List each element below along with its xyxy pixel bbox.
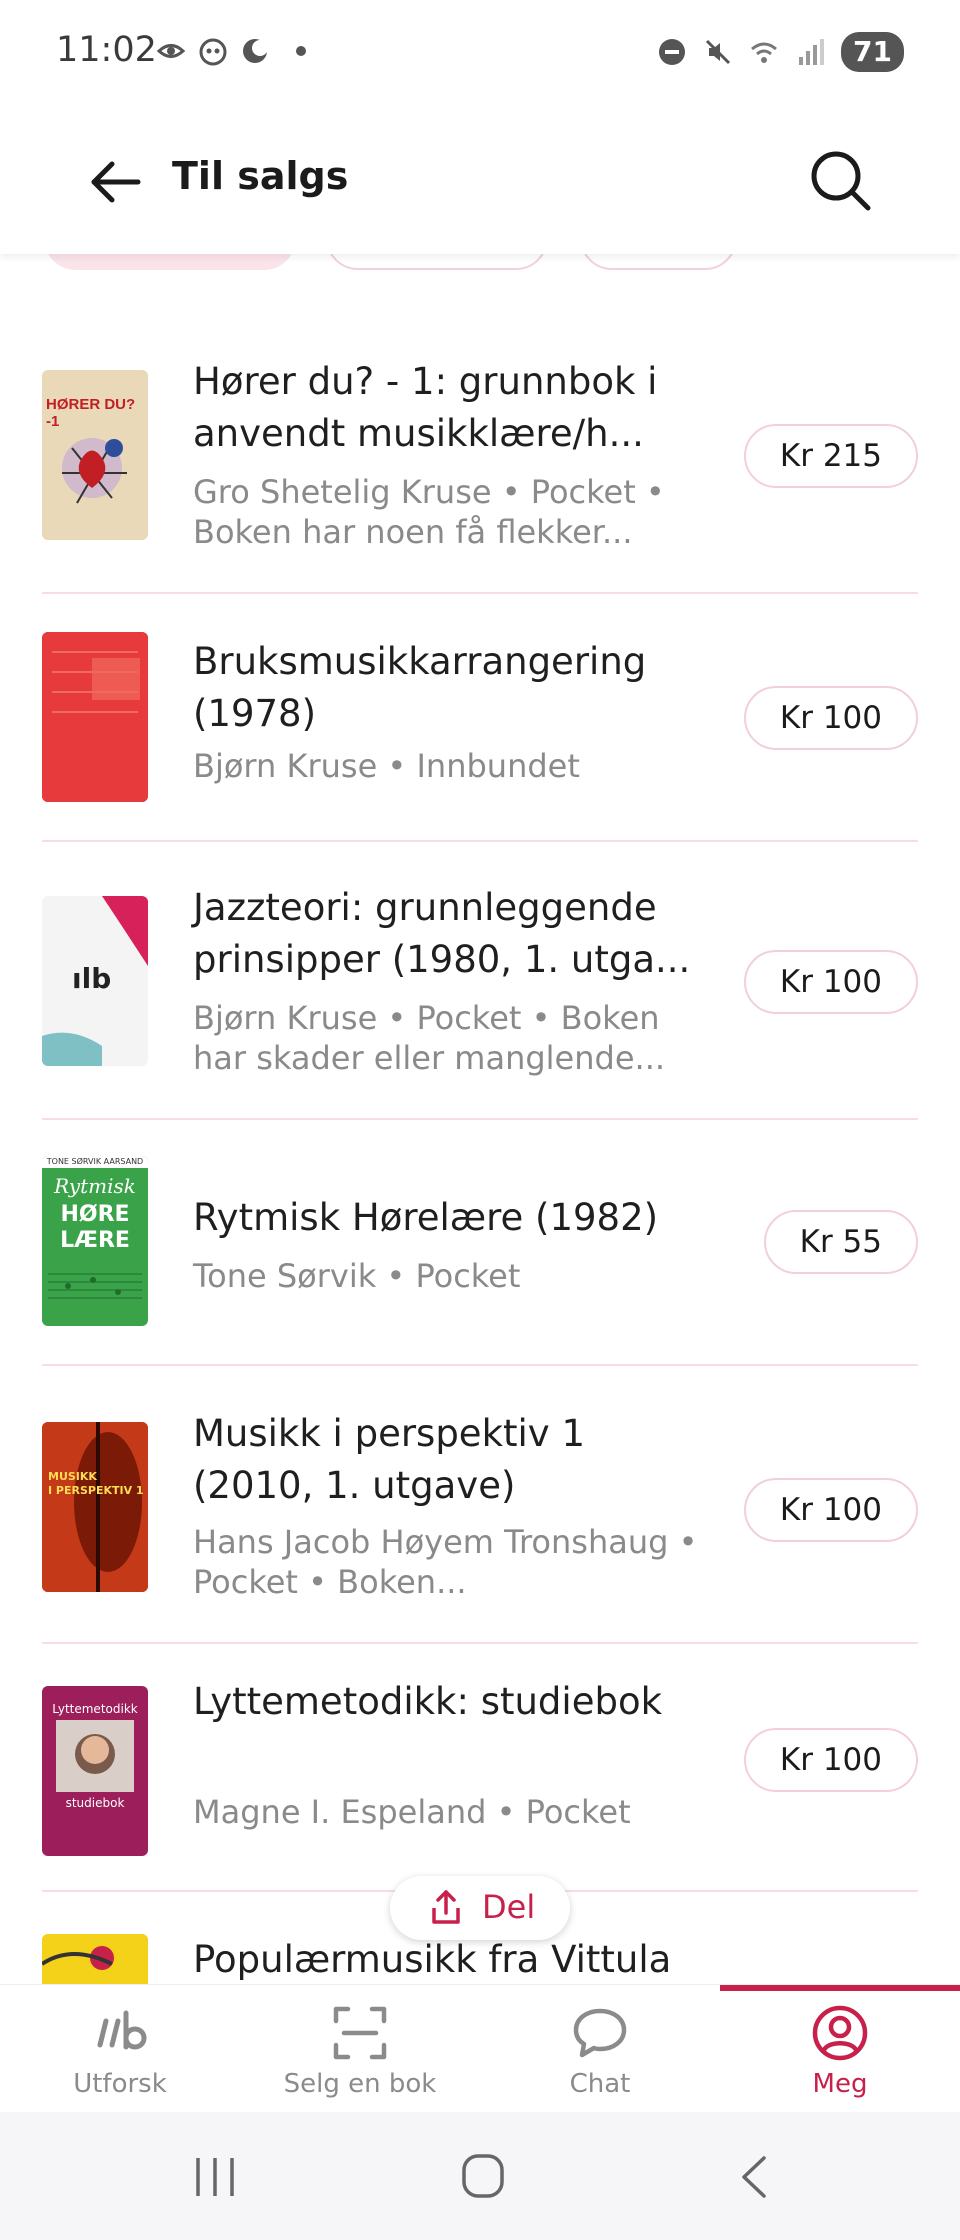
wifi-icon <box>751 42 777 63</box>
nav-label: Utforsk <box>73 2069 167 2099</box>
book-cover-image: MUSIKK I PERSPEKTIV 1 <box>42 1422 148 1592</box>
nav-label: Meg <box>812 2069 868 2099</box>
home-icon[interactable] <box>460 2152 506 2200</box>
recent-apps-icon[interactable] <box>190 2154 240 2200</box>
status-time: 11:02 <box>56 30 157 70</box>
cover-art-icon <box>62 438 127 504</box>
list-item[interactable]: TONE SØRVIK AARSAND Rytmisk HØRE LÆRE Ry… <box>42 1118 918 1366</box>
search-icon[interactable] <box>806 146 874 214</box>
notification-icons <box>156 36 306 66</box>
cover-title-text: Rytmisk <box>54 1174 136 1198</box>
price-badge: Kr 215 <box>743 424 918 488</box>
price-badge: Kr 100 <box>743 1478 918 1542</box>
cover-title-text: Lyttemetodikk <box>52 1702 138 1716</box>
cover-title-text: I PERSPEKTIV 1 <box>48 1484 144 1497</box>
user-profile-icon <box>812 2005 868 2061</box>
book-cover-image: Lyttemetodikk studiebok <box>42 1686 148 1856</box>
list-item[interactable]: HØRER DU?-1 Hører du? - 1: grunnbok i an… <box>42 300 918 594</box>
eye-off-icon <box>156 44 186 58</box>
lb-logo: ılb <box>72 962 112 995</box>
listing-subtitle: Tone Sørvik • Pocket <box>193 1257 521 1295</box>
cover-portrait-icon <box>56 1720 134 1792</box>
listing-title: Hører du? - 1: grunnbok i anvendt musikk… <box>193 360 658 455</box>
back-icon[interactable] <box>736 2154 772 2200</box>
cover-title-text: HØRE <box>60 1202 130 1227</box>
bottom-navigation: Utforsk Selg en bok Chat Meg <box>0 1984 960 2113</box>
more-notifications-dot <box>296 46 306 56</box>
nav-chat[interactable]: Chat <box>480 1985 720 2113</box>
app-header: Til salgs <box>0 108 960 254</box>
cover-author-text: TONE SØRVIK AARSAND <box>42 1156 148 1168</box>
price-badge: Kr 55 <box>763 1210 918 1274</box>
back-arrow-icon[interactable] <box>86 152 146 212</box>
list-item[interactable]: ılb Jazzteori: grunnleggende prinsipper … <box>42 840 918 1120</box>
moon-icon <box>243 39 268 63</box>
book-cover-image: ılb <box>42 896 148 1066</box>
listing-title: Lyttemetodikk: studiebok <box>193 1680 663 1723</box>
listing-subtitle: Bjørn Kruse • Innbundet <box>193 747 580 785</box>
nav-sell-book[interactable]: Selg en bok <box>240 1985 480 2113</box>
list-item[interactable]: Bruksmusikkarrangering (1978) Bjørn Krus… <box>42 592 918 842</box>
nav-label: Chat <box>569 2069 631 2099</box>
cover-title-text: studiebok <box>65 1796 125 1810</box>
page-title: Til salgs <box>172 154 349 198</box>
nav-label: Selg en bok <box>283 2069 437 2099</box>
listing-title: Musikk i perspektiv 1 (2010, 1. utgave) <box>193 1412 585 1507</box>
system-icons: 71 <box>657 32 904 72</box>
do-not-disturb-icon <box>659 39 686 65</box>
listing-subtitle: Magne I. Espeland • Pocket <box>193 1793 631 1831</box>
system-navigation-bar <box>0 2112 960 2240</box>
share-label: Del <box>482 1888 536 1926</box>
listing-title: Rytmisk Hørelære (1982) <box>193 1196 659 1239</box>
nav-explore[interactable]: Utforsk <box>0 1985 240 2113</box>
cover-title-text: MUSIKK <box>48 1470 97 1483</box>
listing-subtitle: Bjørn Kruse • Pocket • Boken har skader … <box>193 999 666 1077</box>
price-badge: Kr 100 <box>743 1728 918 1792</box>
mute-icon <box>705 39 731 65</box>
cover-title-text: LÆRE <box>60 1228 130 1253</box>
lb-logo-icon <box>97 2010 147 2050</box>
status-bar: 11:02 71 <box>0 0 960 108</box>
price-badge: Kr 100 <box>743 686 918 750</box>
price-badge: Kr 100 <box>743 950 918 1014</box>
share-icon <box>432 1890 460 1924</box>
battery-indicator: 71 <box>841 32 904 72</box>
listing-subtitle: Gro Shetelig Kruse • Pocket • Boken har … <box>193 473 665 551</box>
book-cover-image: TONE SØRVIK AARSAND Rytmisk HØRE LÆRE <box>42 1156 148 1326</box>
share-button[interactable]: Del <box>390 1876 570 1940</box>
nav-me[interactable]: Meg <box>720 1985 960 2113</box>
list-item[interactable]: Lyttemetodikk studiebok Lyttemetodikk: s… <box>42 1642 918 1892</box>
book-cover-image <box>42 632 148 802</box>
signal-icon <box>799 39 825 65</box>
list-item[interactable]: MUSIKK I PERSPEKTIV 1 Musikk i perspekti… <box>42 1364 918 1644</box>
book-cover-image: HØRER DU?-1 <box>42 370 148 540</box>
cover-art-icon <box>42 632 148 802</box>
listing-title: Populærmusikk fra Vittula <box>193 1938 672 1981</box>
listing-title: Jazzteori: grunnleggende prinsipper (198… <box>193 886 691 981</box>
music-staff-icon <box>48 1273 142 1299</box>
cover-art-icon <box>42 1422 148 1592</box>
chat-bubble-icon <box>573 2008 627 2058</box>
listing-subtitle: Hans Jacob Høyem Tronshaug • Pocket • Bo… <box>193 1523 698 1601</box>
game-icon <box>199 38 227 66</box>
listing-title: Bruksmusikkarrangering (1978) <box>193 640 647 735</box>
scan-icon <box>333 2006 387 2060</box>
